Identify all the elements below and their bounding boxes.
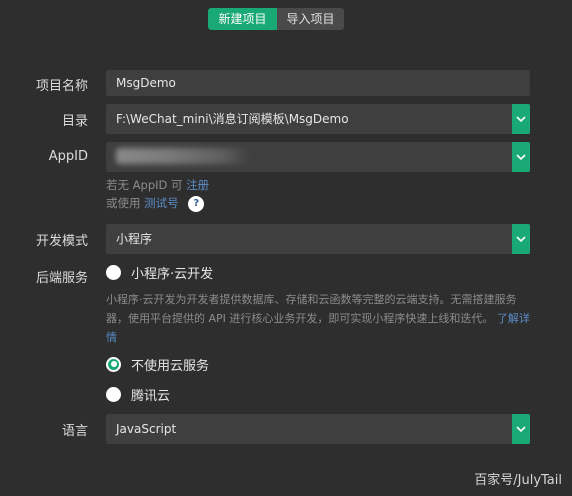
backend-option-cloud-dev[interactable]: 小程序·云开发	[106, 262, 213, 282]
appid-test-hint: 或使用 测试号 ?	[106, 195, 205, 212]
directory-select[interactable]: F:\WeChat_mini\消息订阅模板\MsgDemo	[106, 104, 530, 134]
language-dropdown-button[interactable]	[512, 414, 530, 444]
appid-hint-or: 或使用	[106, 196, 141, 210]
chevron-down-icon	[516, 235, 526, 242]
radio-unchecked-icon[interactable]	[106, 386, 121, 402]
cloud-dev-label: 小程序·云开发	[131, 266, 214, 282]
register-link[interactable]: 注册	[186, 178, 209, 192]
test-id-link[interactable]: 测试号	[144, 196, 179, 210]
backend-service-label: 后端服务	[35, 271, 88, 286]
tab-import-project[interactable]: 导入项目	[277, 8, 344, 30]
chevron-down-icon	[516, 115, 526, 122]
cloud-dev-description-text: 小程序·云开发为开发者提供数据库、存储和云函数等完整的云端支持。无需搭建服务器，…	[106, 293, 517, 325]
language-value: JavaScript	[116, 422, 177, 436]
backend-option-no-cloud[interactable]: 不使用云服务	[106, 354, 209, 374]
appid-hint-prefix: 若无 AppID 可	[106, 178, 183, 192]
project-tab-bar: 新建项目 导入项目	[208, 8, 344, 30]
directory-label: 目录	[61, 114, 88, 129]
dev-mode-dropdown-button[interactable]	[512, 224, 530, 254]
radio-unchecked-icon[interactable]	[106, 264, 121, 280]
appid-register-hint: 若无 AppID 可 注册	[106, 177, 209, 193]
directory-dropdown-button[interactable]	[512, 104, 530, 134]
language-select[interactable]: JavaScript	[106, 414, 530, 444]
no-cloud-label: 不使用云服务	[131, 358, 210, 374]
dev-mode-label: 开发模式	[35, 234, 88, 249]
appid-dropdown-button[interactable]	[512, 142, 530, 172]
project-name-value: MsgDemo	[116, 76, 176, 90]
appid-select[interactable]	[106, 142, 530, 172]
tab-new-project[interactable]: 新建项目	[208, 8, 277, 30]
backend-option-tencent-cloud[interactable]: 腾讯云	[106, 384, 170, 404]
tencent-cloud-label: 腾讯云	[131, 388, 171, 404]
project-name-label: 项目名称	[35, 79, 88, 94]
dev-mode-value: 小程序	[116, 232, 153, 246]
new-project-dialog: 新建项目 导入项目 项目名称 MsgDemo 目录 F:\WeChat_mini…	[0, 0, 572, 496]
watermark: 百家号/JulyTail	[474, 473, 562, 488]
appid-label: AppID	[48, 149, 88, 164]
dev-mode-select[interactable]: 小程序	[106, 224, 530, 254]
project-name-input[interactable]: MsgDemo	[106, 70, 530, 96]
chevron-down-icon	[516, 153, 526, 160]
directory-value: F:\WeChat_mini\消息订阅模板\MsgDemo	[116, 112, 349, 126]
cloud-dev-description: 小程序·云开发为开发者提供数据库、存储和云函数等完整的云端支持。无需搭建服务器，…	[106, 290, 534, 347]
appid-redacted-value	[116, 148, 250, 164]
language-label: 语言	[61, 424, 88, 439]
radio-checked-icon[interactable]	[106, 356, 121, 372]
chevron-down-icon	[516, 425, 526, 432]
help-icon[interactable]: ?	[188, 195, 205, 212]
